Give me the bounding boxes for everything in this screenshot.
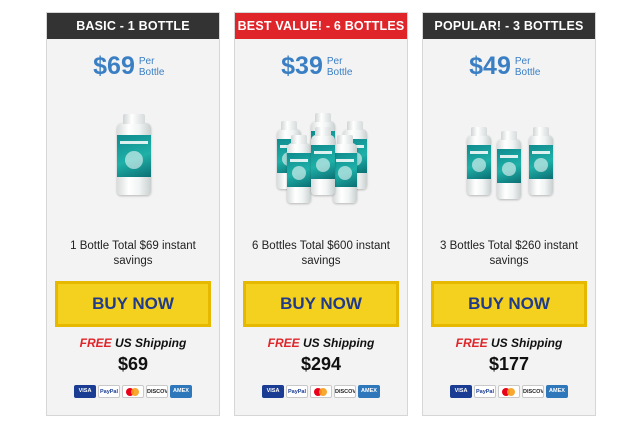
bottle-icon <box>467 127 491 195</box>
visa-icon: VISA <box>262 385 284 398</box>
free-label: FREE <box>267 336 300 350</box>
price-per-bottle: $69 Per Bottle <box>47 53 219 79</box>
amex-icon: AMEX <box>358 385 380 398</box>
price: $39 <box>281 52 323 80</box>
shipping-info: FREE US Shipping <box>47 336 219 350</box>
product-image-1-bottle <box>47 103 219 207</box>
bottle-icon <box>117 114 151 195</box>
bottle-icon <box>497 131 521 199</box>
card-header: BEST VALUE! - 6 BOTTLES <box>235 13 407 39</box>
per-bottle-label: Per Bottle <box>514 56 541 78</box>
per-bottle-label: Per Bottle <box>326 56 353 78</box>
total-price: $177 <box>488 354 530 374</box>
pricing-card-1-bottle: BASIC - 1 BOTTLE $69 Per Bottle 1 Bottle… <box>46 12 220 416</box>
price: $69 <box>93 52 135 80</box>
card-header: POPULAR! - 3 BOTTLES <box>423 13 595 39</box>
discover-icon: DISCOVER <box>334 385 356 398</box>
free-label: FREE <box>79 336 112 350</box>
mastercard-icon <box>122 385 144 398</box>
product-image-3-bottles <box>423 103 595 207</box>
payment-icons: VISA PayPal DISCOVER AMEX <box>423 385 595 398</box>
paypal-icon: PayPal <box>98 385 120 398</box>
free-label: FREE <box>455 336 488 350</box>
bundle-description: 3 Bottles Total $260 instant savings <box>440 240 578 267</box>
amex-icon: AMEX <box>546 385 568 398</box>
buy-now-button[interactable]: BUY NOW <box>243 281 399 327</box>
bottle-icon <box>287 135 311 203</box>
mastercard-icon <box>310 385 332 398</box>
shipping-info: FREE US Shipping <box>423 336 595 350</box>
mastercard-icon <box>498 385 520 398</box>
discover-icon: DISCOVER <box>146 385 168 398</box>
pricing-card-6-bottles: BEST VALUE! - 6 BOTTLES $39 Per Bottle 6… <box>234 12 408 416</box>
amex-icon: AMEX <box>170 385 192 398</box>
visa-icon: VISA <box>450 385 472 398</box>
price-per-bottle: $49 Per Bottle <box>423 53 595 79</box>
per-bottle-label: Per Bottle <box>138 56 165 78</box>
buy-now-button[interactable]: BUY NOW <box>431 281 587 327</box>
paypal-icon: PayPal <box>286 385 308 398</box>
payment-icons: VISA PayPal DISCOVER AMEX <box>235 385 407 398</box>
bottle-icon <box>311 127 335 195</box>
total-price: $69 <box>117 354 149 374</box>
paypal-icon: PayPal <box>474 385 496 398</box>
bundle-description: 6 Bottles Total $600 instant savings <box>252 240 390 267</box>
bottle-icon <box>529 127 553 195</box>
card-header: BASIC - 1 BOTTLE <box>47 13 219 39</box>
shipping-info: FREE US Shipping <box>235 336 407 350</box>
pricing-card-3-bottles: POPULAR! - 3 BOTTLES $49 Per Bottle 3 Bo… <box>422 12 596 416</box>
bottle-icon <box>333 135 357 203</box>
shipping-label: US Shipping <box>303 336 375 350</box>
product-image-6-bottles <box>235 103 407 207</box>
bundle-description: 1 Bottle Total $69 instant savings <box>70 240 196 267</box>
shipping-label: US Shipping <box>491 336 563 350</box>
payment-icons: VISA PayPal DISCOVER AMEX <box>47 385 219 398</box>
shipping-label: US Shipping <box>115 336 187 350</box>
discover-icon: DISCOVER <box>522 385 544 398</box>
visa-icon: VISA <box>74 385 96 398</box>
total-price: $294 <box>300 354 342 374</box>
buy-now-button[interactable]: BUY NOW <box>55 281 211 327</box>
price-per-bottle: $39 Per Bottle <box>235 53 407 79</box>
price: $49 <box>469 52 511 80</box>
